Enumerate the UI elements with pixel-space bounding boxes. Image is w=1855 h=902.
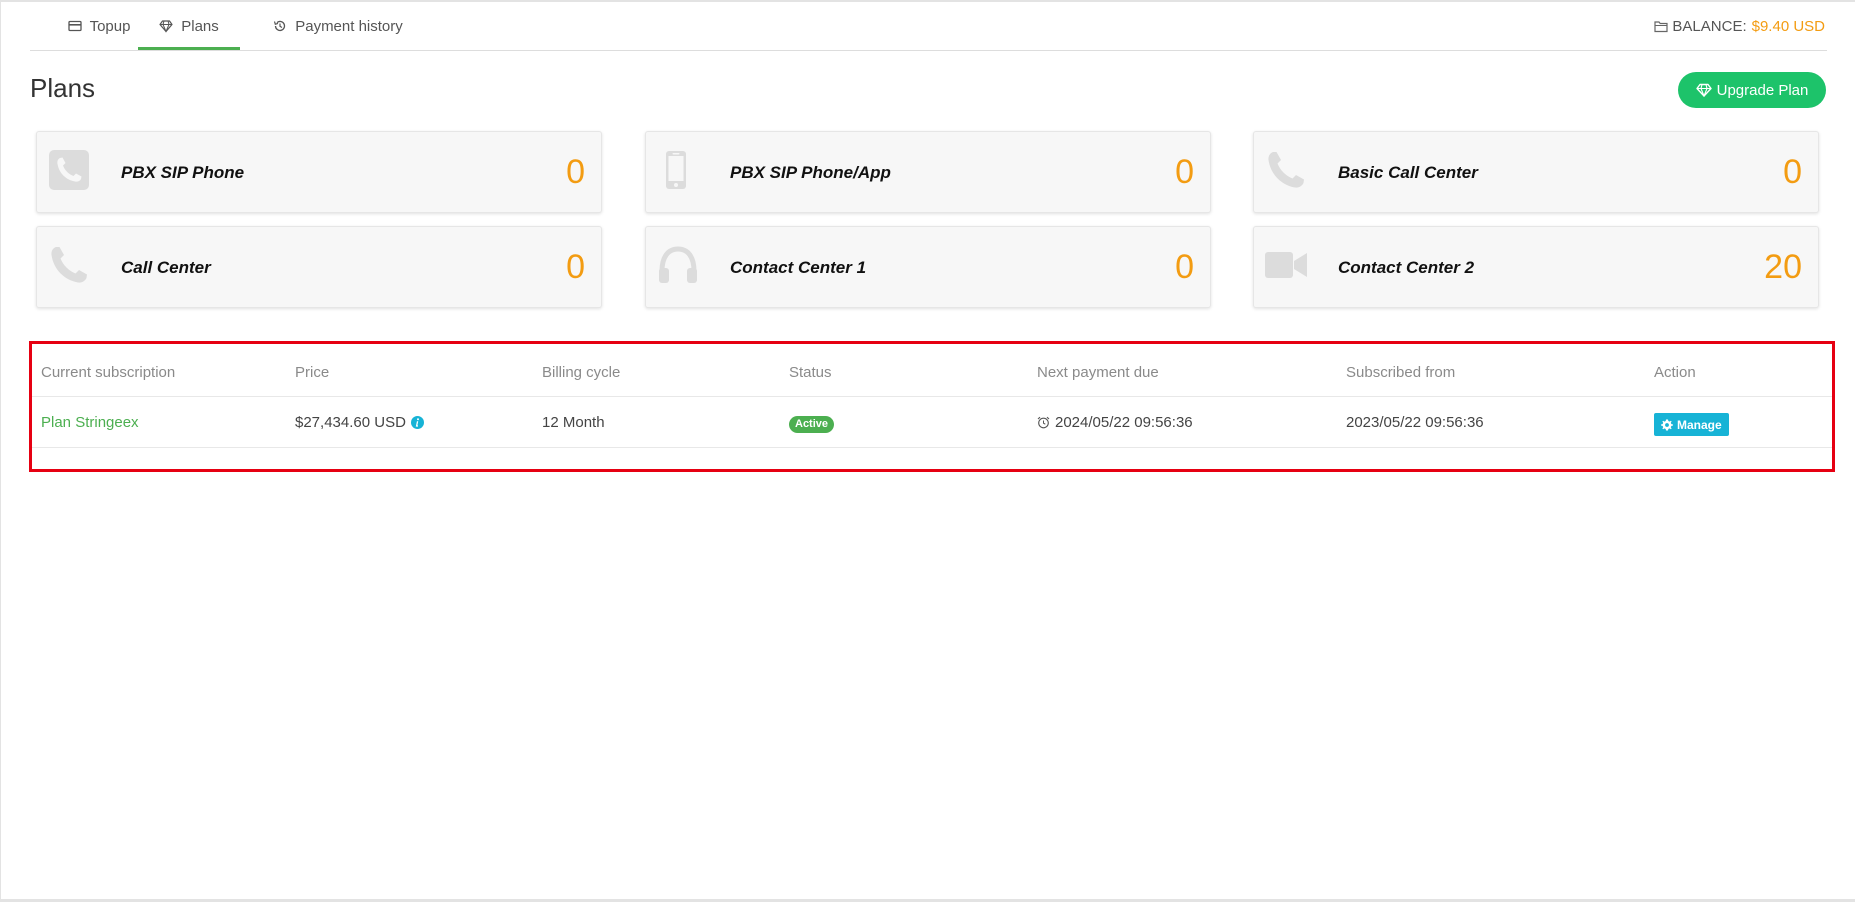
plan-card-count: 0	[1783, 153, 1802, 191]
column-header-action: Action	[1654, 364, 1696, 381]
gear-icon	[1661, 419, 1673, 430]
credit-card-icon	[67, 20, 82, 32]
plan-card-pbx-sip-phone-app: PBX SIP Phone/App 0	[645, 131, 1211, 213]
diamond-icon	[159, 20, 173, 33]
diamond-icon	[1695, 83, 1712, 97]
upgrade-plan-label: Upgrade Plan	[1716, 81, 1809, 99]
plan-card-call-center: Call Center 0	[36, 226, 602, 308]
plan-card-contact-center-2: Contact Center 2 20	[1253, 226, 1819, 308]
next-payment-value: 2024/05/22 09:56:36	[1055, 414, 1193, 431]
tab-bar: Topup Plans Payment history BALANCE: $9.…	[30, 2, 1827, 51]
history-icon	[274, 20, 286, 32]
tab-topup[interactable]: Topup	[50, 2, 148, 50]
upgrade-plan-button[interactable]: Upgrade Plan	[1678, 72, 1826, 108]
balance-label: BALANCE:	[1672, 17, 1747, 35]
phone-icon	[1268, 152, 1304, 188]
plan-card-count: 0	[1175, 248, 1194, 286]
plan-card-contact-center-1: Contact Center 1 0	[645, 226, 1211, 308]
subscription-price: $27,434.60 USD	[295, 414, 424, 431]
plan-card-label: Basic Call Center	[1338, 163, 1478, 182]
plan-card-count: 0	[1175, 153, 1194, 191]
tab-label: Topup	[89, 17, 131, 35]
window-left-border	[0, 0, 1, 902]
column-header-current-subscription: Current subscription	[41, 364, 176, 381]
phone-icon	[49, 150, 89, 190]
plan-card-basic-call-center: Basic Call Center 0	[1253, 131, 1819, 213]
column-header-price: Price	[295, 364, 330, 381]
header-divider	[32, 396, 1832, 397]
folder-icon	[1654, 20, 1669, 32]
plan-card-pbx-sip-phone: PBX SIP Phone 0	[36, 131, 602, 213]
status-badge: Active	[789, 416, 835, 433]
mobile-icon	[666, 151, 686, 189]
column-header-status: Status	[789, 364, 832, 381]
subscription-action: Manage	[1654, 413, 1729, 436]
plan-card-label: Contact Center 2	[1338, 258, 1475, 277]
phone-icon	[51, 247, 87, 283]
plan-card-count: 20	[1764, 248, 1802, 286]
plan-card-label: PBX SIP Phone/App	[730, 163, 891, 182]
page-title: Plans	[30, 73, 96, 103]
plan-card-label: Contact Center 1	[730, 258, 867, 277]
plan-card-count: 0	[566, 153, 585, 191]
manage-button[interactable]: Manage	[1654, 413, 1729, 436]
plan-card-count: 0	[566, 248, 585, 286]
column-header-billing-cycle: Billing cycle	[542, 364, 621, 381]
row-divider	[32, 447, 1832, 448]
plan-card-label: Call Center	[121, 258, 211, 277]
subscription-billing-cycle: 12 Month	[542, 414, 605, 431]
tab-payment-history[interactable]: Payment history	[258, 2, 418, 50]
tab-plans[interactable]: Plans	[138, 2, 240, 50]
tab-label: Payment history	[295, 17, 403, 35]
subscription-next-payment: 2024/05/22 09:56:36	[1037, 414, 1193, 431]
manage-label: Manage	[1677, 417, 1722, 432]
balance-display: BALANCE: $9.40 USD	[1625, 2, 1827, 50]
tab-label: Plans	[181, 17, 219, 35]
balance-amount: $9.40 USD	[1751, 17, 1825, 35]
plan-card-label: PBX SIP Phone	[121, 163, 245, 182]
alarm-clock-icon	[1037, 416, 1050, 429]
column-header-next-payment-due: Next payment due	[1037, 364, 1159, 381]
subscription-status: Active	[789, 414, 835, 433]
video-camera-icon	[1265, 252, 1307, 278]
column-header-subscribed-from: Subscribed from	[1346, 364, 1456, 381]
subscription-plan-link[interactable]: Plan Stringeex	[41, 414, 139, 431]
info-icon[interactable]	[410, 416, 424, 429]
subscription-table: Current subscription Price Billing cycle…	[29, 341, 1835, 472]
price-value: $27,434.60 USD	[295, 414, 406, 431]
headphones-icon	[659, 246, 697, 283]
subscription-subscribed-from: 2023/05/22 09:56:36	[1346, 414, 1484, 431]
